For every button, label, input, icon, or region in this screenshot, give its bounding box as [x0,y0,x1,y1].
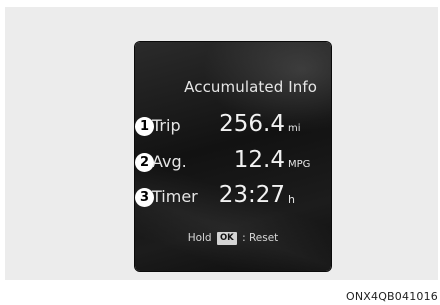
reset-hint: Hold OK : Reset [135,232,331,245]
trip-value: 256.4 [219,111,285,137]
timer-row: 3 Timer 23:27 h [135,182,331,213]
hint-reset-text: : Reset [242,232,279,244]
trip-row: 1 Trip 256.4 mi [135,111,331,142]
ok-key-icon: OK [216,232,237,245]
timer-value: 23:27 [218,182,285,208]
cluster-display: Accumulated Info 1 Trip 256.4 mi 2 Avg. … [135,42,331,271]
trip-unit: mi [288,123,301,134]
timer-label: Timer [152,187,198,206]
avg-label: Avg. [152,152,187,171]
trip-label: Trip [152,116,181,135]
avg-row: 2 Avg. 12.4 MPG [135,147,331,178]
screen-title: Accumulated Info [184,78,317,96]
avg-value: 12.4 [233,147,285,173]
hint-hold-text: Hold [187,232,212,244]
avg-unit: MPG [288,159,311,170]
figure-code: ONX4QB041016 [345,290,438,303]
timer-unit: h [288,193,295,206]
